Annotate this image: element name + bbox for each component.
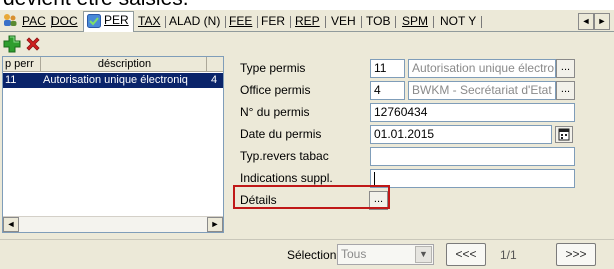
row-number: 4 [211, 74, 218, 86]
additional-info-field[interactable] [370, 169, 575, 188]
page-indicator: 1/1 [500, 248, 517, 262]
delete-button[interactable] [24, 35, 42, 53]
permit-number-field[interactable]: 12760434 [370, 103, 575, 122]
tab-scroll-left-button[interactable]: ◄ [578, 13, 594, 30]
tab-alad[interactable]: ALAD (N) [165, 13, 227, 31]
tab-tob[interactable]: TOB [362, 13, 397, 31]
calendar-button[interactable] [555, 126, 573, 143]
scroll-right-button[interactable]: ► [207, 217, 223, 232]
office-permit-text-field: BWKM - Secrétariat d'Etat à [408, 81, 556, 100]
column-header-description[interactable]: déscription [41, 57, 207, 72]
selection-value: Tous [341, 247, 367, 261]
text-cursor [374, 172, 375, 185]
previous-page-button[interactable]: <<< [446, 243, 486, 266]
table-row[interactable]: 11 Autorisation unique électroniq 4 [3, 73, 223, 88]
bottom-bar: Sélection Tous ▼ <<< 1/1 >>> [0, 239, 614, 269]
details-highlight-box [233, 185, 390, 209]
permit-list[interactable]: p perr déscription 11 Autorisation uniqu… [2, 56, 224, 233]
type-permit-code-field[interactable]: 11 [370, 59, 405, 78]
delete-x-icon [26, 37, 40, 51]
tab-pac[interactable]: PAC [18, 13, 52, 31]
tab-rep[interactable]: REP [291, 13, 326, 31]
tab-spm[interactable]: SPM [398, 13, 435, 31]
selection-label: Sélection [287, 248, 337, 262]
tab-fer[interactable]: FER [257, 13, 291, 31]
plus-icon [3, 35, 21, 53]
column-header-extra[interactable] [207, 57, 223, 72]
tobacco-type-field[interactable] [370, 147, 575, 166]
type-permit-text-field: Autorisation unique électroni [408, 59, 556, 78]
tab-doc[interactable]: DOC [47, 13, 84, 31]
row-description: Autorisation unique électroniq [43, 74, 188, 86]
permit-number-label: N° du permis [240, 105, 310, 119]
selection-dropdown[interactable]: Tous ▼ [337, 244, 434, 265]
tab-not[interactable]: NOT Y [436, 13, 483, 31]
people-icon [2, 13, 18, 27]
horizontal-scrollbar[interactable]: ◄ ► [3, 216, 223, 232]
tab-scroll-right-button[interactable]: ► [594, 13, 610, 30]
office-permit-code-field[interactable]: 4 [370, 81, 405, 100]
office-permit-lookup-button[interactable]: ... [556, 81, 575, 100]
tab-veh[interactable]: VEH [327, 13, 362, 31]
tobacco-type-label: Typ.revers tabac [240, 149, 329, 163]
add-button[interactable] [3, 35, 21, 53]
tab-fee[interactable]: FEE [225, 13, 259, 31]
tab-strip: PAC DOC PER TAX ALAD (N) FEE FER REP VEH… [0, 10, 614, 32]
check-icon [87, 14, 101, 28]
permits-window: PAC DOC PER TAX ALAD (N) FEE FER REP VEH… [0, 10, 614, 269]
permit-date-label: Date du permis [240, 127, 322, 141]
next-page-button[interactable]: >>> [556, 243, 596, 266]
type-permit-lookup-button[interactable]: ... [556, 59, 575, 78]
calendar-icon [558, 128, 570, 141]
dropdown-arrow-icon[interactable]: ▼ [415, 246, 432, 263]
column-header-code[interactable]: p perr [3, 57, 41, 72]
list-header: p perr déscription [3, 57, 223, 72]
tab-scroll-buttons: ◄ ► [578, 13, 610, 30]
office-permit-label: Office permis [240, 83, 311, 97]
type-permit-label: Type permis [240, 61, 306, 75]
tab-tax[interactable]: TAX [134, 13, 167, 31]
per-page: p perr déscription 11 Autorisation uniqu… [0, 32, 614, 269]
permit-date-field[interactable]: 01.01.2015 [370, 125, 552, 144]
scroll-left-button[interactable]: ◄ [3, 217, 19, 232]
tab-per[interactable]: PER [83, 11, 134, 32]
row-code: 11 [5, 74, 17, 86]
